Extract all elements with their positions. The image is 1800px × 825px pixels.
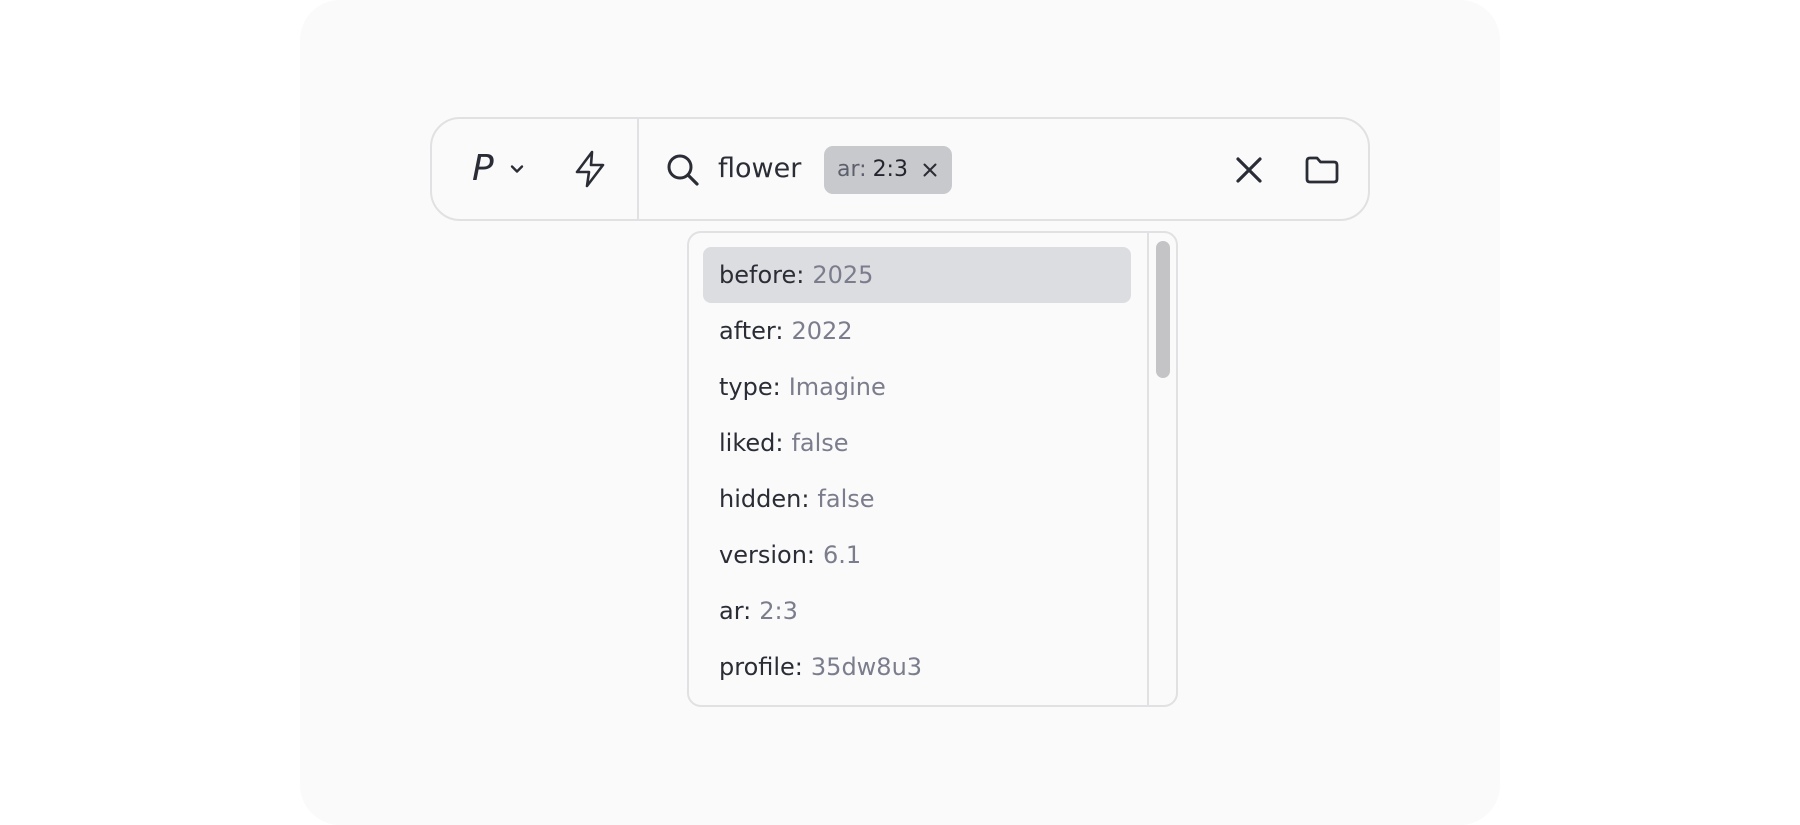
suggestion-key: liked:: [719, 429, 784, 457]
lightning-bolt-icon[interactable]: [570, 149, 610, 189]
search-icon: [667, 154, 699, 186]
suggestion-value: 35dw8u3: [810, 653, 923, 681]
search-bar-left-controls: P: [432, 119, 639, 219]
suggestion-value: 6.1: [823, 541, 862, 569]
suggestion-key: profile:: [719, 653, 803, 681]
search-bar: P ar: 2:3: [430, 117, 1370, 221]
suggestions-dropdown: before: 2025 after: 2022 type: Imagine liked: f…: [687, 231, 1178, 707]
suggestion-key: after:: [719, 317, 784, 345]
suggestion-value: 2:3: [759, 597, 798, 625]
suggestion-value: 2022: [791, 317, 853, 345]
suggestion-key: version:: [719, 541, 815, 569]
suggestion-item[interactable]: version: 6.1: [703, 527, 1131, 583]
suggestion-value: Imagine: [788, 373, 886, 401]
profile-selector-button[interactable]: P: [472, 143, 552, 195]
suggestion-key: type:: [719, 373, 781, 401]
suggestion-item[interactable]: before: 2025: [703, 247, 1131, 303]
suggestion-item[interactable]: type: Imagine: [703, 359, 1131, 415]
filter-chip-value: 2:3: [872, 157, 908, 182]
suggestion-value: false: [817, 485, 875, 513]
suggestion-key: ar:: [719, 597, 752, 625]
suggestion-value: false: [791, 429, 849, 457]
suggestion-list: before: 2025 after: 2022 type: Imagine liked: f…: [703, 247, 1131, 695]
profile-letter: P: [472, 148, 494, 189]
chevron-down-icon: [510, 165, 523, 173]
suggestion-item[interactable]: liked: false: [703, 415, 1131, 471]
suggestion-value: 2025: [812, 261, 874, 289]
suggestion-item[interactable]: hidden: false: [703, 471, 1131, 527]
close-icon[interactable]: [1232, 153, 1266, 187]
suggestion-item[interactable]: profile: 35dw8u3: [703, 639, 1131, 695]
search-input[interactable]: [718, 149, 818, 189]
folder-icon[interactable]: [1303, 151, 1341, 189]
suggestion-item[interactable]: after: 2022: [703, 303, 1131, 359]
suggestion-item[interactable]: ar: 2:3: [703, 583, 1131, 639]
suggestion-key: hidden:: [719, 485, 810, 513]
scrollbar-track[interactable]: [1147, 233, 1176, 705]
filter-chip-key: ar:: [837, 157, 867, 182]
remove-chip-icon[interactable]: [922, 162, 938, 178]
filter-chip[interactable]: ar: 2:3: [824, 146, 952, 194]
suggestion-key: before:: [719, 261, 805, 289]
scrollbar-thumb[interactable]: [1156, 241, 1170, 378]
